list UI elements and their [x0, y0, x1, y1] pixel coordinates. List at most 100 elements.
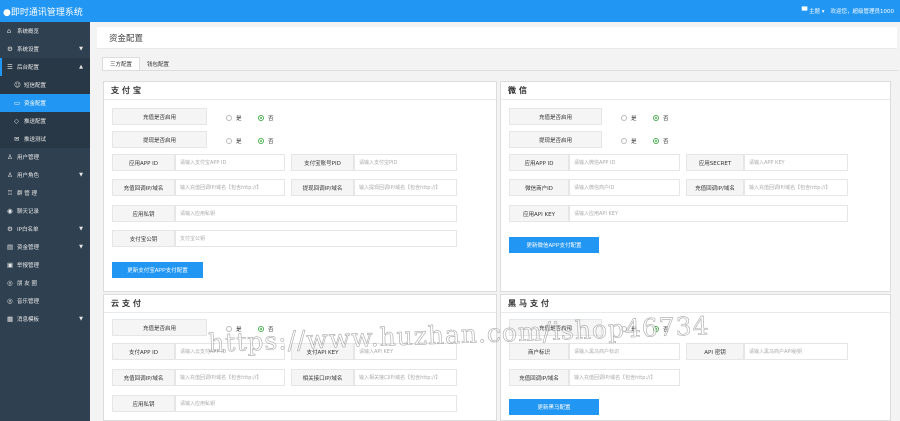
- sidebar-item-label: IP白名单: [17, 227, 39, 233]
- sidebar-item-overview[interactable]: ⌂ 系统概览: [0, 22, 90, 40]
- heima-notify-label: 充值回调IP/域名: [509, 369, 569, 386]
- panel-title: 黑马支付: [501, 295, 890, 313]
- alipay-appid-input[interactable]: [175, 154, 285, 171]
- sliders-icon: ☰: [7, 63, 13, 71]
- tab-bar: 三方配置 钱包配置: [102, 57, 176, 71]
- sidebar-item-moments[interactable]: ◎ 朋 友 圈: [0, 274, 90, 292]
- sidebar-item-reports[interactable]: ▣ 举报管理: [0, 256, 90, 274]
- app-title: ●即时通讯管理系统: [3, 7, 83, 18]
- alipay-withdraw-yes[interactable]: 是: [226, 137, 242, 145]
- sidebar-item-chat-logs[interactable]: ◉ 聊天记录: [0, 202, 90, 220]
- alipay-pubkey-label: 支付宝公钥: [112, 230, 175, 247]
- alipay-withdraw-label: 提现是否启用: [112, 131, 207, 148]
- wechat-withdraw-no[interactable]: 否: [653, 137, 669, 145]
- heima-apikey-label: API 密钥: [686, 343, 744, 360]
- theme-menu[interactable]: ▀ 主题 ▾: [802, 7, 825, 15]
- heima-mch-input[interactable]: [569, 343, 680, 360]
- sidebar-item-label: 推送测试: [24, 137, 47, 143]
- welcome-text[interactable]: 欢迎您，超级管理员1000: [831, 7, 895, 15]
- yunpay-privkey-input[interactable]: [175, 395, 457, 412]
- alipay-withdraw-no[interactable]: 否: [258, 137, 274, 145]
- sidebar-subitem-sms[interactable]: ☺ 短信配置: [0, 76, 90, 94]
- alipay-recharge-no[interactable]: 否: [258, 114, 274, 122]
- radio-circle: [258, 326, 264, 332]
- shield-icon: ⚙: [7, 225, 13, 233]
- chat-icon: ◉: [7, 207, 13, 215]
- chevron-down-icon: ▼: [79, 316, 83, 322]
- wechat-apikey-input[interactable]: [569, 205, 848, 222]
- radio-circle: [226, 115, 232, 121]
- heima-recharge-no[interactable]: 否: [653, 325, 669, 333]
- wechat-recharge-no[interactable]: 否: [653, 114, 669, 122]
- sidebar-item-music[interactable]: ◎ 音乐管理: [0, 292, 90, 310]
- sidebar-item-label: 群 管 理: [17, 191, 37, 197]
- wechat-recharge-yes[interactable]: 是: [621, 114, 637, 122]
- sidebar-item-label: 用户管理: [17, 155, 40, 161]
- yunpay-apikey-input[interactable]: [354, 343, 457, 360]
- heima-apikey-input[interactable]: [744, 343, 848, 360]
- yunpay-relay-input[interactable]: [354, 369, 457, 386]
- sidebar-item-label: 后台配置: [17, 65, 40, 71]
- alipay-wnotify-input[interactable]: [354, 179, 457, 196]
- tab-third-party[interactable]: 三方配置: [102, 57, 141, 71]
- radio-circle: [621, 138, 627, 144]
- heima-update-button[interactable]: 更新黑马配置: [509, 399, 599, 415]
- radio-label: 否: [268, 327, 274, 333]
- sidebar-item-user-roles[interactable]: ♙ 用户角色 ▼: [0, 166, 90, 184]
- chevron-down-icon: ▼: [79, 46, 83, 52]
- money-icon: ▭: [14, 99, 21, 107]
- sidebar-item-system-settings[interactable]: ⚙ 系统设置 ▼: [0, 40, 90, 58]
- sidebar-item-label: 系统设置: [17, 47, 40, 53]
- heima-recharge-yes[interactable]: 是: [621, 325, 637, 333]
- heima-recharge-label: 充值是否启用: [509, 319, 602, 336]
- wechat-notify-input[interactable]: [744, 179, 848, 196]
- sidebar: ⌂ 系统概览 ⚙ 系统设置 ▼ ☰ 后台配置 ▲ ☺ 短信配置 ▭ 资金配置 ◇ 推送配置 ✉ 推…: [0, 22, 90, 421]
- sidebar-item-label: 短信配置: [24, 83, 47, 89]
- alipay-recharge-yes[interactable]: 是: [226, 114, 242, 122]
- heima-mch-label: 商户标识: [509, 343, 569, 360]
- wechat-mch-input[interactable]: [569, 179, 680, 196]
- alipay-update-button[interactable]: 更新支付宝APP支付配置: [112, 262, 203, 278]
- sidebar-item-label: 聊天记录: [17, 209, 40, 215]
- alipay-privkey-input[interactable]: [175, 205, 457, 222]
- yunpay-appid-input[interactable]: [175, 343, 285, 360]
- wechat-recharge-label: 充值是否启用: [509, 108, 602, 125]
- sidebar-item-backend-config[interactable]: ☰ 后台配置 ▲: [0, 58, 90, 76]
- radio-label: 否: [268, 139, 274, 145]
- alipay-notify-input[interactable]: [175, 179, 285, 196]
- tag-icon: ◇: [14, 117, 19, 125]
- sidebar-item-users[interactable]: ♙ 用户管理: [0, 148, 90, 166]
- circle-icon: ◎: [7, 279, 13, 287]
- chevron-down-icon: ▼: [79, 244, 83, 250]
- wechat-update-button[interactable]: 更新微信APP支付配置: [509, 237, 599, 253]
- alipay-account-input[interactable]: [354, 154, 457, 171]
- yunpay-recharge-yes[interactable]: 是: [226, 325, 242, 333]
- heima-notify-input[interactable]: [569, 369, 680, 386]
- radio-circle: [226, 326, 232, 332]
- yunpay-notify-input[interactable]: [175, 369, 285, 386]
- wechat-secret-input[interactable]: [744, 154, 848, 171]
- yunpay-recharge-no[interactable]: 否: [258, 325, 274, 333]
- sidebar-item-groups[interactable]: ♖ 群 管 理: [0, 184, 90, 202]
- sidebar-item-ip-whitelist[interactable]: ⚙ IP白名单 ▼: [0, 220, 90, 238]
- alipay-panel: 支付宝 充值是否启用 是 否 提现是否启用 是 否 应用APP ID 支付宝账号…: [103, 81, 497, 292]
- sidebar-subitem-push-test[interactable]: ✉ 推送测试: [0, 130, 90, 148]
- wechat-appid-input[interactable]: [569, 154, 680, 171]
- radio-circle: [653, 326, 659, 332]
- gear-icon: ⚙: [7, 45, 13, 53]
- tab-wallet[interactable]: 钱包配置: [140, 57, 176, 71]
- page-header: 资金配置: [97, 27, 897, 49]
- sidebar-subitem-funds[interactable]: ▭ 资金配置: [0, 94, 90, 112]
- sidebar-item-label: 举报管理: [17, 263, 40, 269]
- radio-label: 是: [631, 116, 637, 122]
- sidebar-item-templates[interactable]: ▦ 消息模板 ▼: [0, 310, 90, 328]
- yunpay-panel: 云支付 充值是否启用 是 否 支付APP ID 支付API KEY 充值回调IP…: [103, 294, 497, 421]
- group-icon: ♖: [7, 189, 13, 197]
- wechat-withdraw-yes[interactable]: 是: [621, 137, 637, 145]
- yunpay-appid-label: 支付APP ID: [112, 343, 175, 360]
- sidebar-submenu: ☺ 短信配置 ▭ 资金配置 ◇ 推送配置 ✉ 推送测试: [0, 76, 90, 148]
- wechat-apikey-label: 应用API KEY: [509, 205, 569, 222]
- sidebar-subitem-push[interactable]: ◇ 推送配置: [0, 112, 90, 130]
- sidebar-item-funds[interactable]: ▤ 资金管理 ▼: [0, 238, 90, 256]
- alipay-pubkey-input[interactable]: [175, 230, 457, 247]
